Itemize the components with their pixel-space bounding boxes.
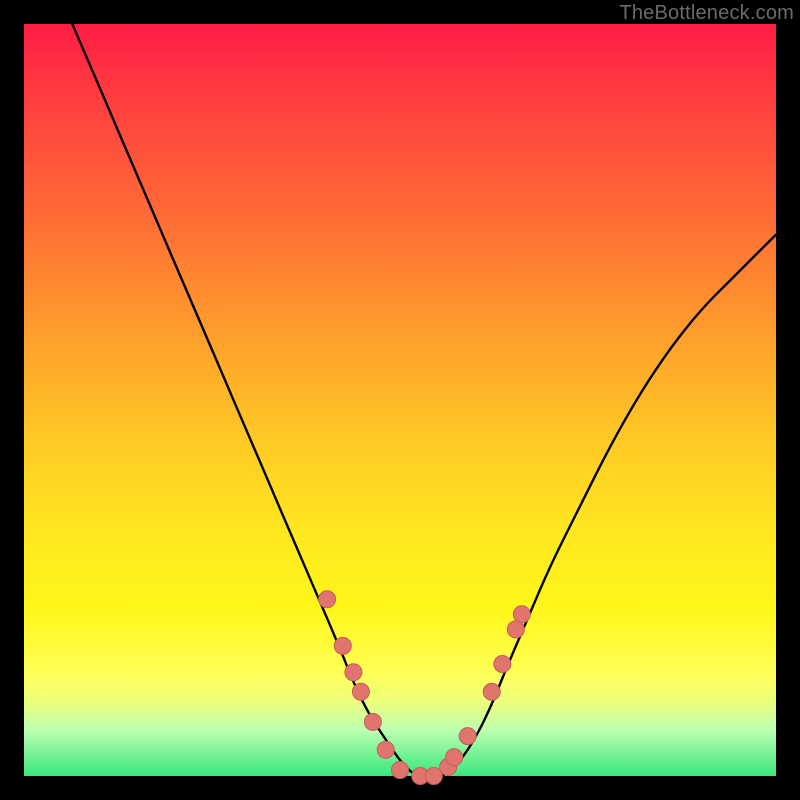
highlight-dot	[345, 664, 362, 681]
highlight-dot	[459, 728, 476, 745]
highlight-dot	[377, 741, 394, 758]
highlight-dot	[494, 656, 511, 673]
highlight-dot	[392, 762, 409, 779]
highlight-dot	[364, 713, 381, 730]
chart-svg	[24, 24, 776, 776]
highlight-dots-group	[319, 591, 531, 785]
chart-plot-area	[24, 24, 776, 776]
highlight-dot	[334, 637, 351, 654]
bottleneck-curve	[24, 0, 776, 776]
highlight-dot	[483, 683, 500, 700]
highlight-dot	[513, 606, 530, 623]
highlight-dot	[507, 621, 524, 638]
highlight-dot	[319, 591, 336, 608]
chart-frame: TheBottleneck.com	[0, 0, 800, 800]
highlight-dot	[446, 749, 463, 766]
watermark-text: TheBottleneck.com	[619, 2, 794, 25]
highlight-dot	[352, 683, 369, 700]
